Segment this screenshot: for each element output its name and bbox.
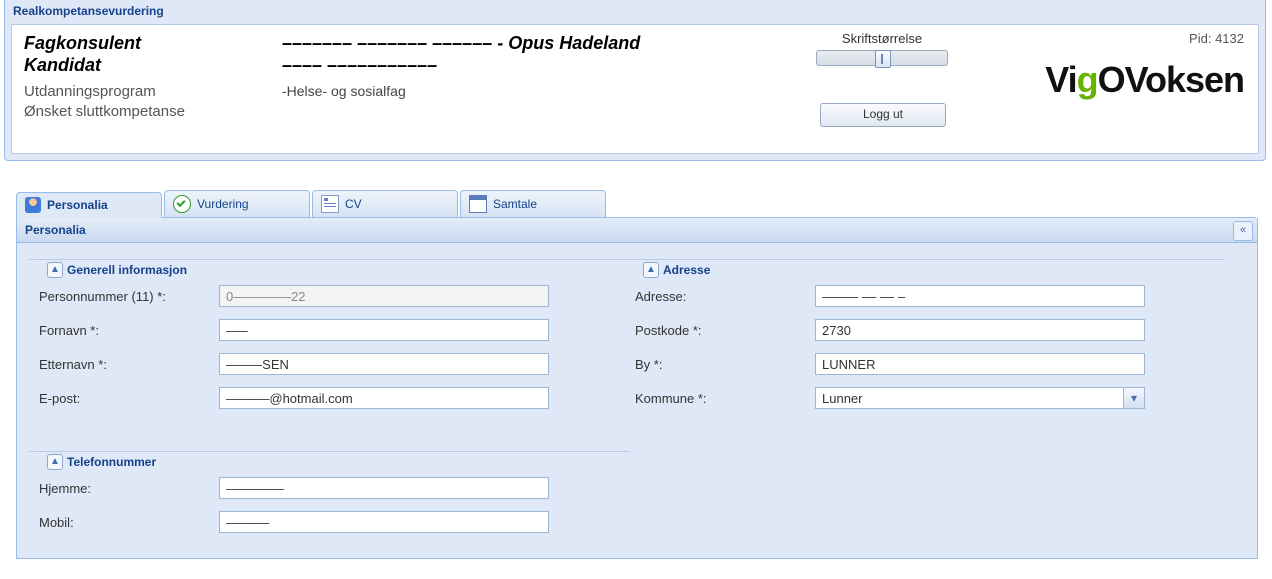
tab-cv[interactable]: CV <box>312 190 458 217</box>
label-etternavn: Etternavn *: <box>39 357 219 372</box>
label-personnummer: Personnummer (11) *: <box>39 289 219 304</box>
value-fagkonsulent: ––––––– ––––––– –––––– - Opus Hadeland <box>282 33 640 54</box>
window-icon <box>469 195 487 213</box>
font-size-slider[interactable] <box>816 50 948 66</box>
label-fornavn: Fornavn *: <box>39 323 219 338</box>
value-utdanningsprogram: -Helse- og sosialfag <box>282 83 406 99</box>
tab-personalia[interactable]: Personalia <box>16 192 162 218</box>
input-by[interactable] <box>815 353 1145 375</box>
font-size-label: Skriftstørrelse <box>807 31 957 46</box>
form-icon <box>321 195 339 213</box>
label-kandidat: Kandidat <box>24 55 101 76</box>
label-kommune: Kommune *: <box>635 391 815 406</box>
input-hjemme[interactable] <box>219 477 549 499</box>
label-mobil: Mobil: <box>39 515 219 530</box>
tab-samtale[interactable]: Samtale <box>460 190 606 217</box>
label-postkode: Postkode *: <box>635 323 815 338</box>
label-epost: E-post: <box>39 391 219 406</box>
input-mobil[interactable] <box>219 511 549 533</box>
fieldset-general-legend: ▲ Generell informasjon <box>45 262 193 278</box>
pid-label: Pid: <box>1189 31 1211 46</box>
label-by: By *: <box>635 357 815 372</box>
label-adresse: Adresse: <box>635 289 815 304</box>
fieldset-address: ▲ Adresse Adresse: Postkode *: By *: Kom… <box>625 251 1225 280</box>
input-adresse[interactable] <box>815 285 1145 307</box>
logo: VigOVoksen <box>1045 59 1244 101</box>
fieldset-phone: ▲ Telefonnummer Hjemme: Mobil: <box>29 443 629 472</box>
font-size-control: Skriftstørrelse <box>807 31 957 66</box>
pid-display: Pid: 4132 <box>1189 31 1244 46</box>
label-utdanningsprogram: Utdanningsprogram <box>24 83 156 100</box>
collapse-up-icon[interactable]: ▲ <box>47 262 63 278</box>
content-title: Personalia <box>17 218 1257 243</box>
collapse-up-icon[interactable]: ▲ <box>643 262 659 278</box>
header-panel: Realkompetansevurdering Fagkonsulent Kan… <box>4 0 1266 161</box>
input-fornavn[interactable] <box>219 319 549 341</box>
tab-label: Vurdering <box>197 197 249 211</box>
logout-button[interactable]: Logg ut <box>820 103 946 127</box>
fieldset-general: ▲ Generell informasjon Personnummer (11)… <box>29 251 629 280</box>
select-kommune[interactable] <box>815 387 1145 409</box>
content-body: ▲ Generell informasjon Personnummer (11)… <box>17 243 1257 543</box>
tab-strip: Personalia Vurdering CV Samtale <box>16 191 1256 218</box>
label-hjemme: Hjemme: <box>39 481 219 496</box>
fieldset-phone-legend: ▲ Telefonnummer <box>45 454 162 470</box>
fieldset-address-legend: ▲ Adresse <box>641 262 716 278</box>
content-panel: Personalia « ▲ Generell informasjon Pers… <box>16 218 1258 559</box>
input-etternavn[interactable] <box>219 353 549 375</box>
label-sluttkompetanse: Ønsket sluttkompetanse <box>24 103 185 120</box>
user-icon <box>25 197 41 213</box>
input-epost[interactable] <box>219 387 549 409</box>
font-size-thumb[interactable] <box>875 50 891 68</box>
input-personnummer[interactable] <box>219 285 549 307</box>
collapse-toggle[interactable]: « <box>1233 221 1253 241</box>
label-fagkonsulent: Fagkonsulent <box>24 33 141 54</box>
header-title: Realkompetansevurdering <box>5 0 1265 22</box>
tab-label: Samtale <box>493 197 537 211</box>
header-body: Fagkonsulent Kandidat Utdanningsprogram … <box>11 24 1259 154</box>
pid-value: 4132 <box>1215 31 1244 46</box>
tab-label: CV <box>345 197 362 211</box>
check-icon <box>173 195 191 213</box>
collapse-up-icon[interactable]: ▲ <box>47 454 63 470</box>
input-postkode[interactable] <box>815 319 1145 341</box>
chevron-down-icon[interactable]: ▾ <box>1123 388 1144 408</box>
tab-label: Personalia <box>47 198 108 212</box>
value-kandidat: –––– ––––––––––– <box>282 55 437 76</box>
tab-vurdering[interactable]: Vurdering <box>164 190 310 217</box>
